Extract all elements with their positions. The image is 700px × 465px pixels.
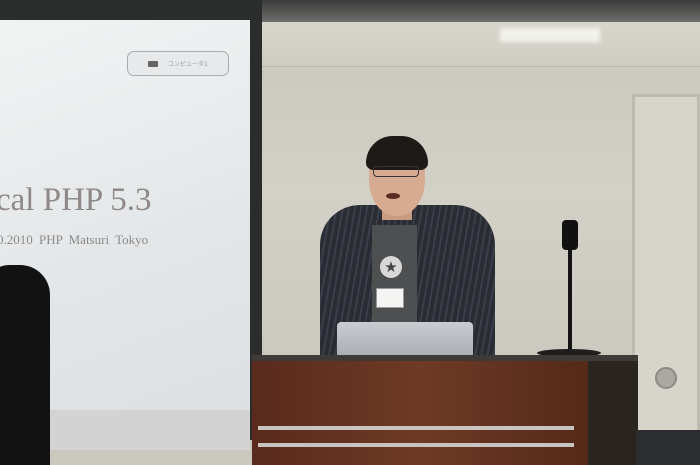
foreground-audience-member (0, 265, 50, 465)
glasses (373, 166, 419, 177)
monitor-icon (148, 60, 158, 67)
input-source-label: コンピュータ1 (168, 61, 208, 68)
ceiling-light (500, 28, 600, 42)
podium-top (252, 355, 638, 361)
podium-stripe (258, 426, 574, 430)
podium (252, 358, 592, 465)
chair (636, 430, 700, 465)
podium-side (588, 358, 638, 465)
podium-stripe (258, 443, 574, 447)
door-knob (655, 367, 677, 389)
slide-subtitle: 0.2010 PHP Matsuri Tokyo (0, 232, 149, 247)
input-source-indicator: コンピュータ1 (127, 51, 229, 76)
slide-title: cal PHP 5.3 (0, 182, 152, 218)
ceiling-soffit (258, 22, 700, 67)
microphone (562, 220, 578, 250)
mic-stand (568, 240, 572, 355)
name-badge (376, 288, 404, 308)
speaker-mouth (386, 193, 400, 199)
star-logo-icon: ★ (380, 256, 402, 278)
